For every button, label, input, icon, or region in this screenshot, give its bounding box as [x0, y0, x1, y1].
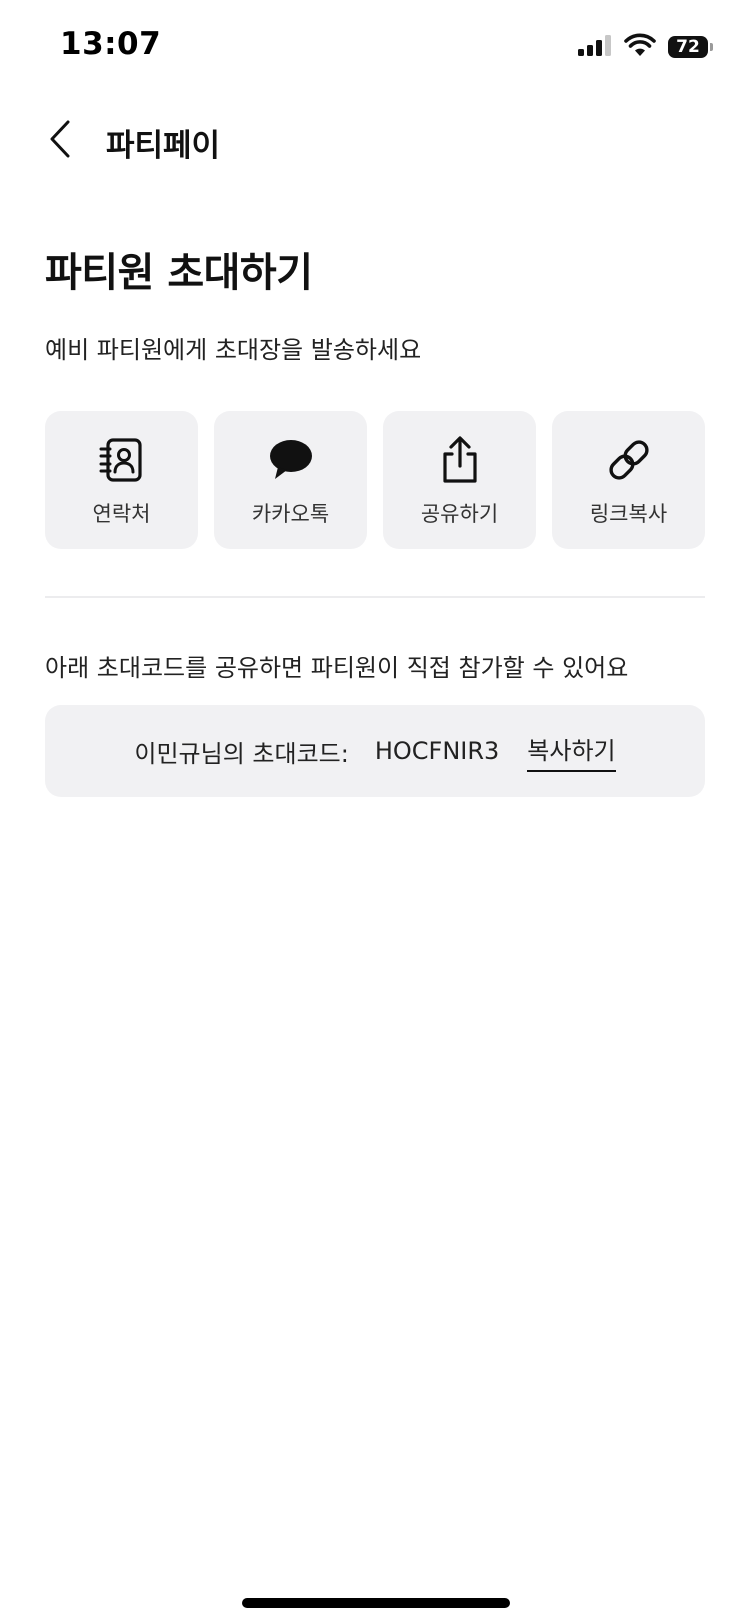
invite-code-label: 이민규님의 초대코드:	[134, 739, 349, 768]
chat-bubble-icon	[265, 434, 317, 486]
battery-icon: 72	[668, 36, 713, 58]
share-kakaotalk-label: 카카오톡	[251, 502, 330, 526]
share-system-label: 공유하기	[420, 502, 499, 526]
share-kakaotalk-button[interactable]: 카카오톡	[214, 411, 367, 549]
share-options: 연락처 카카오톡 공유하기 링크복사	[45, 411, 705, 549]
status-time: 13:07	[60, 26, 162, 62]
share-icon	[434, 434, 486, 486]
share-contacts-label: 연락처	[92, 502, 151, 526]
invite-code-description: 아래 초대코드를 공유하면 파티원이 직접 참가할 수 있어요	[45, 654, 629, 682]
copy-link-label: 링크복사	[589, 502, 668, 526]
share-contacts-button[interactable]: 연락처	[45, 411, 198, 549]
back-button[interactable]	[40, 118, 80, 164]
copy-code-button[interactable]: 복사하기	[527, 731, 616, 772]
header-title: 파티페이	[106, 128, 221, 164]
battery-tip	[710, 43, 713, 51]
page-subtitle: 예비 파티원에게 초대장을 발송하세요	[45, 336, 422, 364]
copy-link-button[interactable]: 링크복사	[552, 411, 705, 549]
header: 파티페이	[0, 110, 750, 172]
page-title: 파티원 초대하기	[45, 250, 313, 296]
signal-icon	[578, 34, 612, 60]
divider	[45, 596, 705, 598]
wifi-icon	[624, 33, 656, 61]
share-system-button[interactable]: 공유하기	[383, 411, 536, 549]
contacts-icon	[96, 434, 148, 486]
invite-code-box: 이민규님의 초대코드: HOCFNIR3 복사하기	[45, 705, 705, 797]
home-indicator[interactable]	[242, 1598, 510, 1608]
chevron-left-icon	[48, 119, 72, 163]
link-icon	[603, 434, 655, 486]
status-icons: 72	[578, 33, 713, 61]
battery-level: 72	[676, 36, 700, 57]
status-bar: 13:07 72	[0, 0, 750, 96]
invite-code-value[interactable]: HOCFNIR3	[375, 737, 499, 765]
